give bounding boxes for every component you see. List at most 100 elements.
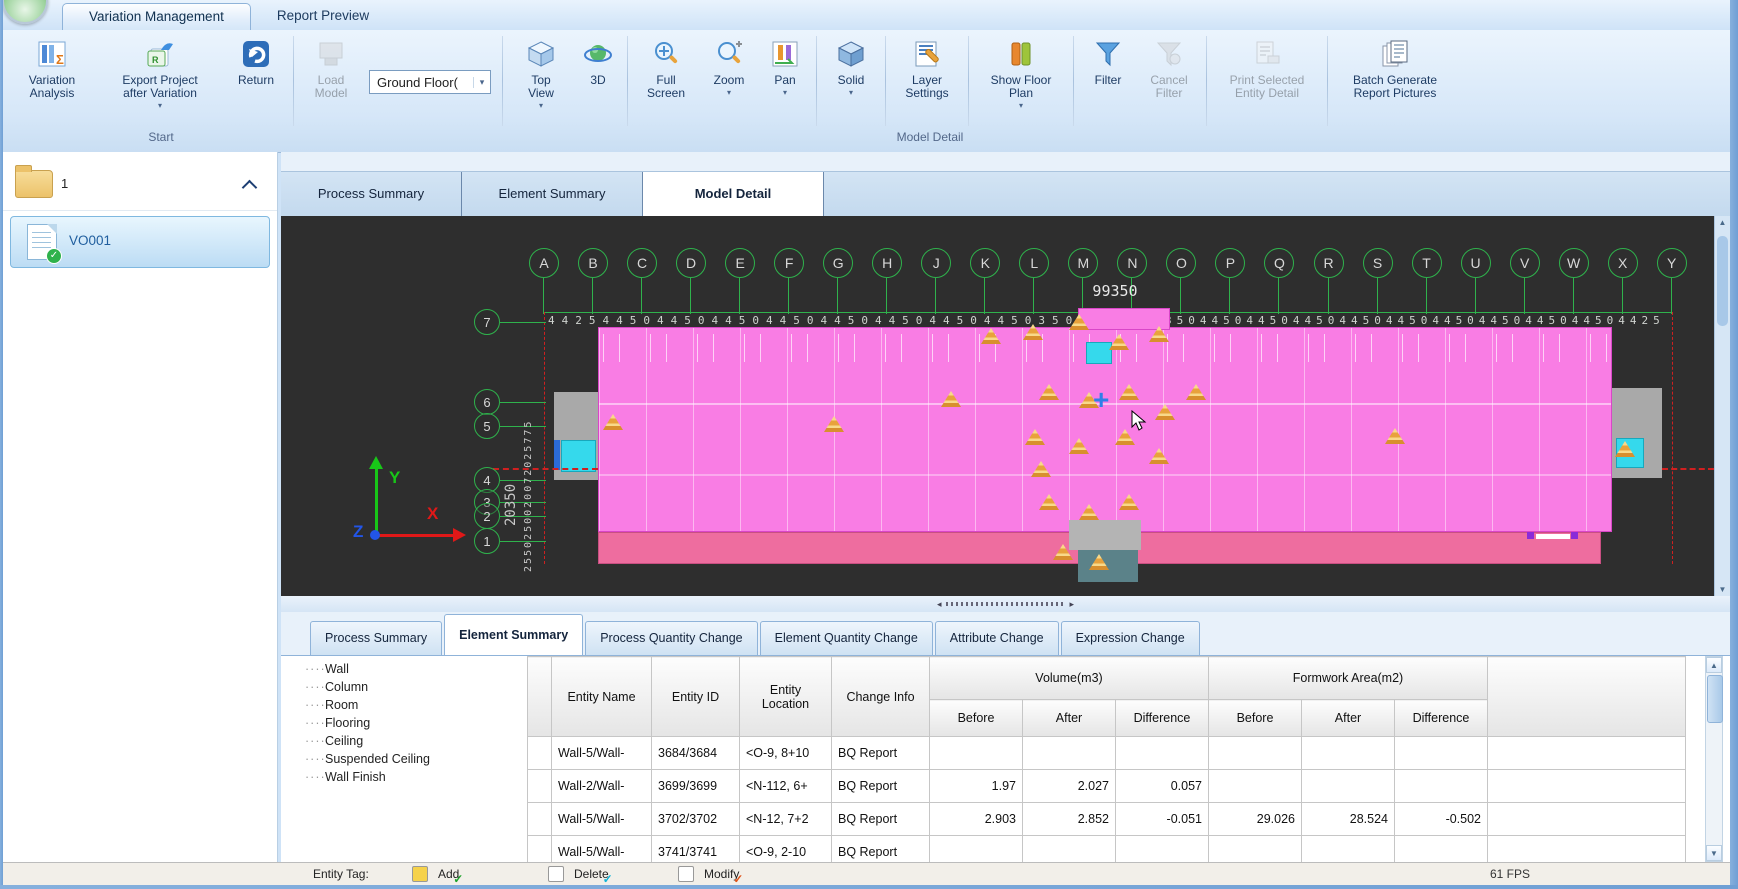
entity-tag-label: Entity Tag: (313, 867, 369, 881)
top-view-button[interactable]: Top View ▾ (508, 34, 574, 130)
table-vertical-scrollbar[interactable]: ▲ ▼ (1705, 656, 1723, 862)
element-summary-table: Entity Name Entity ID Entity Location Ch… (527, 656, 1686, 862)
col-header-filler (1488, 657, 1686, 737)
pan-button[interactable]: Pan ▾ (759, 34, 811, 130)
table-row[interactable]: Wall-5/Wall- 3702/3702 <N-12, 7+2 BQ Rep… (528, 803, 1686, 836)
window-border-right (1730, 0, 1738, 889)
ribbon-tab[interactable]: Report Preview (251, 3, 395, 30)
tree-item[interactable]: Wall Finish (281, 768, 527, 786)
variation-analysis-button[interactable]: Σ Variation Analysis (8, 34, 96, 130)
result-tab[interactable]: Process Quantity Change (585, 621, 757, 655)
scroll-up-icon[interactable]: ▲ (1715, 218, 1730, 227)
tree-item[interactable]: Suspended Ceiling (281, 750, 527, 768)
result-tab[interactable]: Expression Change (1061, 621, 1200, 655)
tree-item[interactable]: Flooring (281, 714, 527, 732)
result-tab[interactable]: Element Quantity Change (760, 621, 933, 655)
entity-tag-legend-item: ✓ Modify (678, 866, 739, 882)
full-screen-icon (649, 38, 683, 70)
model-viewport[interactable]: ABCDEFGHJKLMNOPQRSTUVWXY 99350 442544504… (281, 216, 1714, 596)
3d-button[interactable]: 3D (574, 34, 622, 130)
batch-generate-report-pictures-button[interactable]: Batch Generate Report Pictures (1333, 34, 1457, 130)
col-group-formwork[interactable]: Formwork Area(m2) (1209, 657, 1488, 700)
scrollbar-thumb[interactable] (1707, 675, 1723, 723)
horizontal-splitter[interactable]: ◂ ▸ (281, 596, 1730, 612)
tree-item[interactable]: Column (281, 678, 527, 696)
filter-button[interactable]: Filter (1079, 34, 1137, 130)
result-tab[interactable]: Element Summary (444, 614, 583, 655)
col-header-entity-location[interactable]: Entity Location (740, 657, 832, 737)
chevron-down-icon[interactable]: ▾ (473, 77, 490, 88)
view-tab[interactable]: Model Detail (643, 172, 824, 217)
full-screen-button[interactable]: Full Screen (633, 34, 699, 130)
col-header-difference[interactable]: Difference (1116, 700, 1209, 737)
variation-order-item[interactable]: ✓ VO001 (10, 216, 270, 268)
ribbon-separator (293, 36, 294, 126)
tag-check-icon: ✓ (733, 872, 743, 886)
selection-grip (1571, 532, 1578, 539)
splitter-right-icon[interactable]: ▸ (1066, 599, 1079, 610)
scroll-down-icon[interactable]: ▼ (1706, 845, 1722, 861)
table-row[interactable]: Wall-2/Wall- 3699/3699 <N-112, 6+ BQ Rep… (528, 770, 1686, 803)
result-tab[interactable]: Process Summary (310, 621, 442, 655)
layer-settings-icon (910, 38, 944, 70)
show-floor-plan-button[interactable]: Show Floor Plan ▾ (974, 34, 1068, 130)
load-model-button[interactable]: Load Model (299, 34, 363, 130)
col-header-after[interactable]: After (1023, 700, 1116, 737)
view-tab[interactable]: Process Summary (281, 172, 462, 217)
col-group-volume[interactable]: Volume(m3) (930, 657, 1209, 700)
table-row[interactable]: Wall-5/Wall- 3741/3741 <O-9, 2-10 BQ Rep… (528, 836, 1686, 863)
col-header-difference[interactable]: Difference (1395, 700, 1488, 737)
col-header-before[interactable]: Before (930, 700, 1023, 737)
col-header-change-info[interactable]: Change Info (832, 657, 930, 737)
solid-button[interactable]: Solid ▾ (822, 34, 880, 130)
table-row[interactable]: Wall-5/Wall- 3684/3684 <O-9, 8+10 BQ Rep… (528, 737, 1686, 770)
splitter-left-icon[interactable]: ◂ (933, 599, 946, 610)
grid-letter-bubble: Q (1264, 248, 1294, 278)
filter-icon (1091, 38, 1125, 70)
cancel-filter-button[interactable]: Cancel Filter (1137, 34, 1201, 130)
export-project-button[interactable]: R Export Project after Variation ▾ (96, 34, 224, 130)
ribbon-tab[interactable]: Variation Management (62, 3, 251, 30)
layer-settings-button[interactable]: Layer Settings (891, 34, 963, 130)
tree-item[interactable]: Wall (281, 660, 527, 678)
return-button[interactable]: Return (224, 34, 288, 130)
print-selected-entity-detail-button[interactable]: Print Selected Entity Detail (1212, 34, 1322, 130)
col-header-after[interactable]: After (1302, 700, 1395, 737)
scroll-down-icon[interactable]: ▼ (1715, 585, 1730, 594)
selected-wall-segment (1536, 534, 1570, 539)
title-bar: Variation ManagementReport Preview (0, 0, 1738, 30)
zoom-button[interactable]: Zoom ▾ (699, 34, 759, 130)
grid-letter-bubble: Y (1657, 248, 1687, 278)
zoom-icon (712, 38, 746, 70)
x-axis-label: X (427, 504, 438, 524)
col-header-before[interactable]: Before (1209, 700, 1302, 737)
element-summary-table-wrap: Entity Name Entity ID Entity Location Ch… (527, 656, 1686, 862)
dropdown-arrow-icon: ▾ (158, 101, 162, 110)
scrollbar-thumb[interactable] (1717, 236, 1728, 326)
grid-letter-bubble: N (1117, 248, 1147, 278)
cancel-filter-icon (1152, 38, 1186, 70)
results-panel: Process SummaryElement SummaryProcess Qu… (281, 612, 1730, 862)
collapse-chevron-icon[interactable] (242, 180, 258, 196)
floor-selector[interactable]: Ground Floor( ▾ (369, 70, 491, 94)
window-border-bottom (0, 885, 1738, 889)
ribbon-separator (968, 36, 969, 126)
tree-item[interactable]: Room (281, 696, 527, 714)
red-dashed-line (1662, 468, 1714, 470)
splitter-handle[interactable] (946, 602, 1066, 606)
scroll-up-icon[interactable]: ▲ (1706, 657, 1722, 673)
ribbon: Σ Variation Analysis R Export Project af… (0, 30, 1738, 153)
pan-icon (768, 38, 802, 70)
col-header-entity-name[interactable]: Entity Name (552, 657, 652, 737)
red-dashed-line (1672, 312, 1673, 564)
tree-item[interactable]: Ceiling (281, 732, 527, 750)
model-vertical-scrollbar[interactable]: ▲ ▼ (1714, 216, 1730, 596)
fps-counter: 61 FPS (1490, 867, 1530, 881)
variation-folder-header[interactable]: 1 (3, 158, 277, 211)
col-header-entity-id[interactable]: Entity ID (652, 657, 740, 737)
app-menu-button[interactable] (2, 0, 48, 24)
top-view-cube-icon (524, 38, 558, 70)
result-tab[interactable]: Attribute Change (935, 621, 1059, 655)
view-tab[interactable]: Element Summary (462, 172, 643, 217)
dropdown-arrow-icon: ▾ (727, 88, 731, 97)
